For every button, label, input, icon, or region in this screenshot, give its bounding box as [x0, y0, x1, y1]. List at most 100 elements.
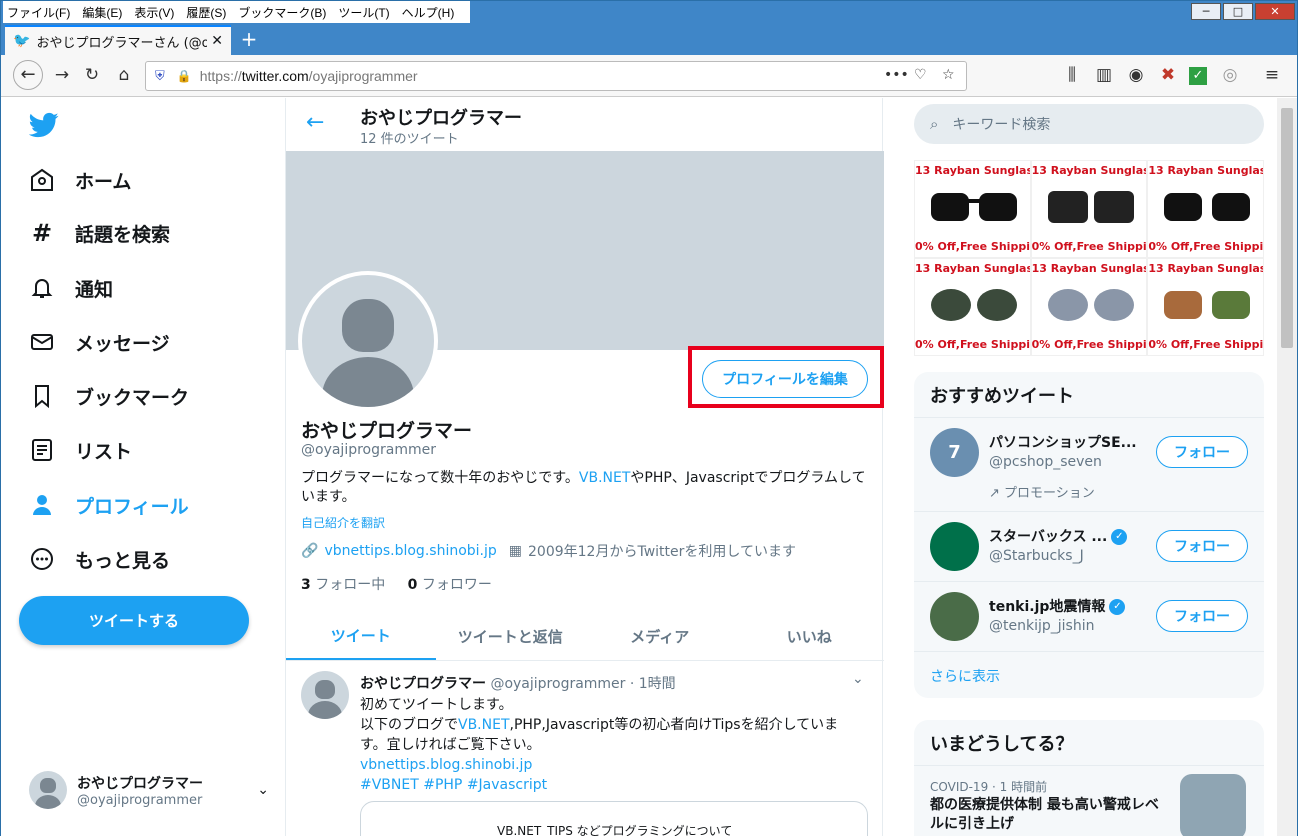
tab-media[interactable]: メディア — [585, 612, 735, 660]
profile-name: おやじプログラマー — [301, 420, 473, 442]
sidebar-item-messages[interactable]: メッセージ — [29, 324, 170, 360]
url-host: twitter.com — [241, 68, 309, 84]
tab-tweets[interactable]: ツイート — [286, 612, 436, 660]
recommend-handle: @Starbucks_J — [989, 548, 1084, 564]
hamburger-menu-icon[interactable]: ≡ — [1261, 65, 1283, 85]
sidebar-item-label: ホーム — [75, 170, 132, 193]
following-count[interactable]: 3 — [301, 577, 311, 593]
back-icon[interactable]: ← — [306, 110, 324, 135]
ad-cell[interactable]: 13 Rayban Sunglasses 0% Off,Free Shipping — [1147, 258, 1264, 356]
recommend-item[interactable]: スターバックス ... ✓ @Starbucks_J フォロー — [914, 512, 1264, 582]
menu-tools[interactable]: ツール(T) — [338, 4, 389, 21]
news-item[interactable]: COVID-19 · 1 時間前 都の医療提供体制 最も高い警戒レベルに引き上げ — [914, 766, 1264, 836]
home-browser-icon[interactable]: ⌂ — [113, 65, 135, 85]
tweet-link[interactable]: VB.NET — [458, 717, 510, 733]
close-tab-icon[interactable]: ✕ — [211, 33, 223, 49]
maximize-button[interactable]: □ — [1223, 3, 1253, 20]
recommend-name[interactable]: tenki.jp地震情報 ✓ — [989, 596, 1126, 616]
starbucks-avatar[interactable] — [930, 522, 979, 571]
link-card[interactable]: VB.NET_TIPS などプログラミングについて — [360, 801, 868, 836]
menu-edit[interactable]: 編集(E) — [82, 4, 122, 21]
back-arrow-icon[interactable]: ← — [13, 60, 43, 90]
ad-cell[interactable]: 13 Rayban Sunglasses 0% Off,Free Shipping — [1030, 160, 1148, 258]
recommend-item[interactable]: 7 パソコンショップSE... @pcshop_seven ↗ プロモーション … — [914, 418, 1264, 512]
left-sidebar: ホーム # 話題を検索 通知 メッセージ ブックマーク リスト プロフィール も… — [1, 98, 285, 836]
library-icon[interactable]: ⫼ — [1061, 65, 1083, 85]
lock-icon[interactable]: 🔒 — [177, 69, 192, 83]
followers-label[interactable]: フォロワー — [422, 577, 492, 593]
account-icon[interactable]: ◉ — [1125, 65, 1147, 85]
url-bar[interactable]: ⛨ 🔒 https://twitter.com/oyajiprogrammer … — [145, 61, 967, 91]
ad-cell[interactable]: 13 Rayban Sunglasses 0% Off,Free Shipping — [1147, 160, 1264, 258]
menu-file[interactable]: ファイル(F) — [7, 4, 70, 21]
pc-shop-avatar[interactable]: 7 — [930, 428, 979, 477]
tab-tweets-replies[interactable]: ツイートと返信 — [436, 612, 586, 660]
chevron-down-icon: ⌄ — [257, 782, 269, 798]
sidebar-item-notifications[interactable]: 通知 — [29, 270, 113, 306]
menu-history[interactable]: 履歴(S) — [186, 4, 226, 21]
tab-twitter[interactable]: 🐦 おやじプログラマーさん (@oy ✕ — [5, 25, 231, 55]
menu-help[interactable]: ヘルプ(H) — [402, 4, 455, 21]
tweet-avatar[interactable] — [301, 671, 349, 719]
url-text[interactable]: https://twitter.com/oyajiprogrammer — [200, 68, 418, 84]
close-window-button[interactable]: ✕ — [1255, 3, 1295, 20]
extension-check-icon[interactable]: ✓ — [1189, 67, 1207, 85]
news-image — [1180, 774, 1246, 836]
account-switcher[interactable]: おやじプログラマー @oyajiprogrammer ⌄ — [29, 768, 269, 812]
ad-text: 13 Rayban Sunglasses — [1148, 262, 1263, 275]
sidebar-item-explore[interactable]: # 話題を検索 — [29, 215, 170, 251]
extension-circle-icon[interactable]: ◎ — [1219, 65, 1241, 85]
sidebar-toggle-icon[interactable]: ▥ — [1093, 65, 1115, 85]
followers-count[interactable]: 0 — [408, 577, 418, 593]
menu-bookmarks[interactable]: ブックマーク(B) — [238, 4, 326, 21]
tweet-count: 12 件のツイート — [360, 132, 459, 147]
chevron-down-icon[interactable]: ⌄ — [852, 671, 864, 687]
recommend-item[interactable]: tenki.jp地震情報 ✓ @tenkijp_jishin フォロー — [914, 582, 1264, 652]
new-tab-button[interactable]: + — [237, 27, 261, 51]
verified-icon: ✓ — [1109, 599, 1126, 615]
forward-arrow-icon[interactable]: → — [51, 65, 73, 85]
tweet-button[interactable]: ツイートする — [19, 596, 249, 645]
promoted-icon: ↗ — [989, 486, 1005, 501]
search-input[interactable]: ⌕ キーワード検索 — [914, 104, 1264, 144]
sidebar-item-lists[interactable]: リスト — [29, 432, 132, 468]
profile-avatar[interactable] — [298, 271, 438, 411]
recommend-name[interactable]: スターバックス ... ✓ — [989, 526, 1128, 546]
minimize-button[interactable]: ─ — [1191, 3, 1221, 20]
sidebar-item-bookmarks[interactable]: ブックマーク — [29, 378, 189, 414]
tweet-item[interactable]: おやじプログラマー @oyajiprogrammer · 1時間 ⌄ 初めてツイ… — [286, 661, 884, 836]
profile-tabs: ツイート ツイートと返信 メディア いいね — [286, 612, 884, 661]
scrollbar-thumb[interactable] — [1281, 108, 1293, 348]
page-actions-icon[interactable]: ••• — [884, 67, 909, 83]
tab-likes[interactable]: いいね — [735, 612, 885, 660]
reload-icon[interactable]: ↻ — [81, 65, 103, 85]
follow-button[interactable]: フォロー — [1156, 436, 1248, 468]
twitter-logo-icon[interactable] — [29, 110, 59, 140]
translate-bio-link[interactable]: 自己紹介を翻訳 — [301, 514, 385, 531]
star-bookmark-icon[interactable]: ☆ — [942, 67, 955, 83]
recommend-handle: @tenkijp_jishin — [989, 618, 1095, 634]
menu-view[interactable]: 表示(V) — [134, 4, 174, 21]
recommend-name[interactable]: パソコンショップSE... — [989, 432, 1137, 452]
sidebar-item-more[interactable]: もっと見る — [29, 541, 170, 577]
scrollbar[interactable] — [1277, 98, 1297, 836]
sidebar-item-profile[interactable]: プロフィール — [29, 487, 189, 523]
tweet-hashtags[interactable]: #VBNET #PHP #Javascript — [360, 775, 860, 795]
follow-button[interactable]: フォロー — [1156, 600, 1248, 632]
ad-cell[interactable]: 13 Rayban Sunglasses 0% Off,Free Shipping — [914, 160, 1031, 258]
ad-banner[interactable]: 13 Rayban Sunglasses0% Off,Free Shipping… — [914, 160, 1264, 356]
pocket-icon[interactable]: ♡ — [914, 67, 927, 83]
sidebar-item-home[interactable]: ホーム — [29, 162, 131, 198]
ad-cell[interactable]: 13 Rayban Sunglasses 0% Off,Free Shipping — [1030, 258, 1148, 356]
tenki-avatar[interactable] — [930, 592, 979, 641]
follow-button[interactable]: フォロー — [1156, 530, 1248, 562]
website-link[interactable]: vbnettips.blog.shinobi.jp — [324, 543, 496, 559]
tweet-author-name[interactable]: おやじプログラマー — [360, 676, 486, 692]
bio-link[interactable]: VB.NET — [579, 470, 631, 486]
following-label[interactable]: フォロー中 — [315, 577, 385, 593]
ad-cell[interactable]: 13 Rayban Sunglasses 0% Off,Free Shipping — [914, 258, 1031, 356]
show-more-link[interactable]: さらに表示 — [914, 652, 1264, 698]
shield-icon[interactable]: ⛨ — [155, 69, 165, 84]
tweet-url[interactable]: vbnettips.blog.shinobi.jp — [360, 755, 860, 775]
extension-puzzle-icon[interactable]: ✖ — [1157, 65, 1179, 85]
